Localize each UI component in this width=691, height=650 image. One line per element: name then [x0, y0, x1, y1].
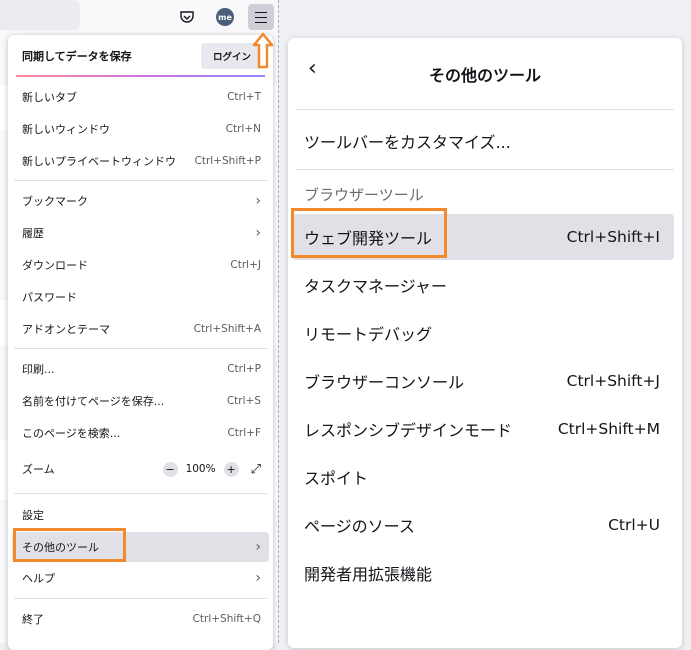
menu-item-label: パスワード [22, 291, 77, 304]
menu-item-label: ブラウザーコンソール [304, 373, 465, 392]
pocket-button[interactable] [175, 5, 199, 29]
menu-item-label: リモートデバッグ [304, 325, 433, 344]
menu-item-label: 印刷... [22, 363, 55, 376]
menu-item-shortcut: Ctrl+Shift+M [557, 420, 660, 438]
menu-item-new-private-window[interactable]: 新しいプライベートウィンドウ Ctrl+Shift+P [12, 147, 269, 175]
menu-item-settings[interactable]: 設定 [12, 501, 269, 529]
menu-item-passwords[interactable]: パスワード [12, 283, 269, 311]
menu-item-shortcut: Ctrl+T [227, 91, 261, 103]
fullscreen-icon[interactable]: ⤢ [251, 462, 261, 477]
menu-item-zoom: ズーム − 100% + ⤢ [12, 455, 269, 483]
menu-item-shortcut: Ctrl+F [227, 427, 261, 439]
annotation-highlight-box [291, 208, 447, 258]
menu-item-label: ヘルプ [22, 572, 55, 585]
url-bar[interactable] [0, 0, 80, 30]
zoom-in-button[interactable]: + [223, 461, 239, 477]
account-button[interactable]: me [213, 5, 237, 29]
menu-item-label: ツールバーをカスタマイズ... [304, 133, 511, 152]
menu-item-label: ズーム [22, 463, 55, 476]
menu-item-shortcut: Ctrl+Shift+P [194, 155, 261, 167]
menu-item-label: 終了 [22, 613, 44, 626]
menu-item-remote-debugging[interactable]: リモートデバッグ [292, 310, 674, 356]
chevron-right-icon: › [255, 570, 261, 586]
menu-item-label: 新しいプライベートウィンドウ [22, 155, 176, 168]
menu-item-bookmarks[interactable]: ブックマーク › [12, 187, 269, 215]
hamburger-icon [255, 10, 267, 25]
menu-item-browser-console[interactable]: ブラウザーコンソール Ctrl+Shift+J [292, 358, 674, 404]
separator [14, 493, 267, 494]
menu-item-downloads[interactable]: ダウンロード Ctrl+J [12, 251, 269, 279]
menu-item-label: このページを検索... [22, 427, 121, 440]
separator [296, 109, 674, 110]
zoom-controls: − 100% + ⤢ [162, 461, 261, 477]
menu-item-shortcut: Ctrl+N [225, 123, 261, 135]
zoom-level[interactable]: 100% [186, 463, 216, 475]
separator [14, 180, 267, 181]
annotation-arrow-icon [252, 32, 274, 69]
menu-item-shortcut: Ctrl+Shift+Q [192, 613, 261, 625]
pocket-icon [180, 11, 194, 23]
menu-item-eyedropper[interactable]: スポイト [292, 454, 674, 500]
menu-item-history[interactable]: 履歴 › [12, 219, 269, 247]
separator [296, 169, 674, 170]
menu-item-save-page[interactable]: 名前を付けてページを保存... Ctrl+S [12, 387, 269, 415]
sync-gradient-divider [16, 75, 265, 77]
menu-item-task-manager[interactable]: タスクマネージャー [292, 262, 674, 308]
menu-item-label: タスクマネージャー [304, 277, 447, 296]
menu-item-label: ブックマーク [22, 195, 88, 208]
separator [14, 348, 267, 349]
menu-item-label: 新しいタブ [22, 91, 77, 104]
app-menu-button[interactable] [248, 4, 274, 30]
menu-item-shortcut: Ctrl+Shift+A [193, 323, 261, 335]
menu-item-addons[interactable]: アドオンとテーマ Ctrl+Shift+A [12, 315, 269, 343]
menu-item-shortcut: Ctrl+P [227, 363, 261, 375]
menu-item-label: レスポンシブデザインモード [304, 421, 513, 440]
menu-item-label: 開発者用拡張機能 [304, 565, 433, 584]
divider [278, 0, 279, 643]
menu-item-label: 名前を付けてページを保存... [22, 395, 165, 408]
menu-item-label: ページのソース [304, 517, 415, 536]
menu-item-new-tab[interactable]: 新しいタブ Ctrl+T [12, 83, 269, 111]
sync-row: 同期してデータを保存 ログイン [12, 41, 269, 71]
menu-item-print[interactable]: 印刷... Ctrl+P [12, 355, 269, 383]
sync-label: 同期してデータを保存 [22, 50, 132, 63]
menu-item-responsive-design-mode[interactable]: レスポンシブデザインモード Ctrl+Shift+M [292, 406, 674, 452]
panel-title: その他のツール [428, 66, 541, 85]
menu-item-label: アドオンとテーマ [22, 323, 110, 336]
section-heading: ブラウザーツール [304, 186, 424, 204]
menu-item-quit[interactable]: 終了 Ctrl+Shift+Q [12, 605, 269, 633]
menu-item-page-source[interactable]: ページのソース Ctrl+U [292, 502, 674, 548]
menu-item-shortcut: Ctrl+U [608, 516, 660, 534]
annotation-highlight-box [13, 528, 126, 562]
separator [14, 598, 267, 599]
chevron-right-icon: › [255, 225, 261, 241]
more-tools-panel: ‹ その他のツール ツールバーをカスタマイズ... ブラウザーツール ウェブ開発… [288, 38, 682, 648]
menu-item-label: 新しいウィンドウ [22, 123, 110, 136]
menu-item-label: スポイト [304, 469, 369, 488]
menu-item-shortcut: Ctrl+J [230, 259, 261, 271]
menu-item-label: 履歴 [22, 227, 44, 240]
zoom-out-button[interactable]: − [162, 461, 178, 477]
menu-item-extensions-for-developers[interactable]: 開発者用拡張機能 [292, 550, 674, 596]
avatar: me [216, 8, 234, 26]
menu-item-find[interactable]: このページを検索... Ctrl+F [12, 419, 269, 447]
menu-item-label: 設定 [22, 509, 44, 522]
chevron-right-icon: › [255, 193, 261, 209]
menu-item-shortcut: Ctrl+Shift+I [566, 228, 660, 246]
menu-item-shortcut: Ctrl+S [226, 395, 261, 407]
chevron-right-icon: › [255, 539, 261, 555]
menu-item-new-window[interactable]: 新しいウィンドウ Ctrl+N [12, 115, 269, 143]
menu-item-shortcut: Ctrl+Shift+J [566, 372, 660, 390]
menu-item-label: ダウンロード [22, 259, 88, 272]
menu-item-customize-toolbar[interactable]: ツールバーをカスタマイズ... [292, 118, 674, 164]
menu-item-help[interactable]: ヘルプ › [12, 564, 269, 592]
